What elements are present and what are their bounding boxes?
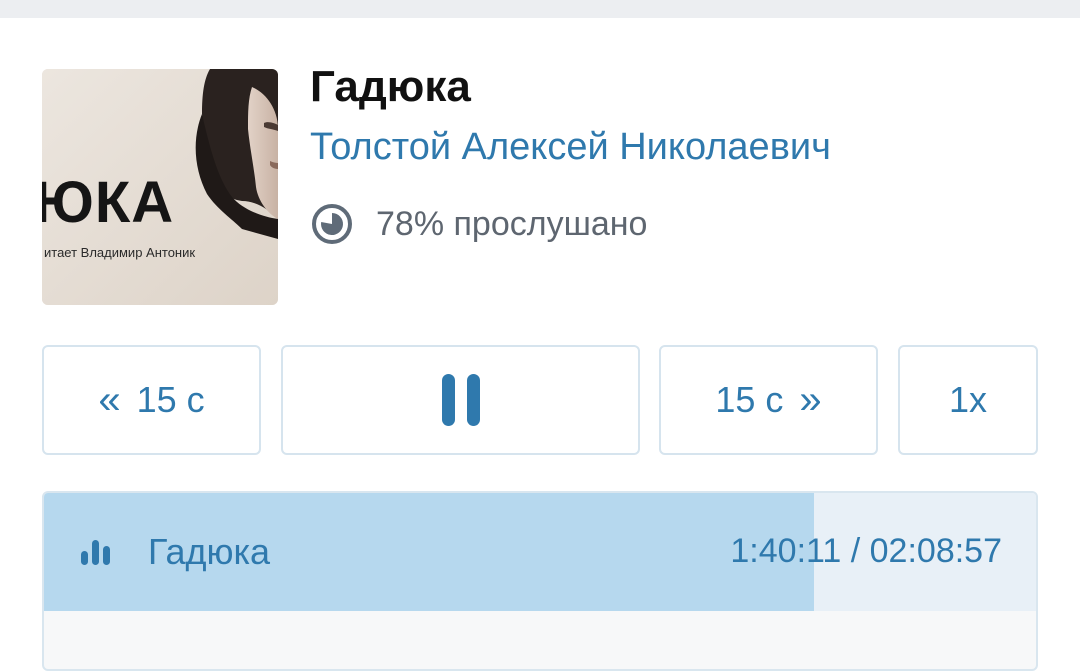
pause-icon bbox=[441, 374, 480, 426]
double-chevron-right-icon: » bbox=[799, 378, 822, 422]
forward-15-button[interactable]: 15 с » bbox=[659, 345, 878, 455]
play-pause-button[interactable] bbox=[281, 345, 640, 455]
chapter-name: Гадюка bbox=[148, 531, 271, 572]
book-author-link[interactable]: Толстой Алексей Николаевич bbox=[310, 126, 831, 169]
book-cover[interactable]: ЮКА итает Владимир Антоник bbox=[42, 69, 278, 305]
double-chevron-left-icon: « bbox=[98, 378, 121, 422]
chapter-item-current[interactable]: Гадюка 1:40:11 / 02:08:57 bbox=[44, 493, 1036, 611]
book-title: Гадюка bbox=[310, 62, 471, 111]
speed-label: 1x bbox=[948, 379, 988, 420]
progress-text: 78% прослушано bbox=[376, 204, 648, 243]
rewind-15-button[interactable]: « 15 с bbox=[42, 345, 261, 455]
playback-speed-button[interactable]: 1x bbox=[898, 345, 1038, 455]
chapter-list: Гадюка 1:40:11 / 02:08:57 bbox=[42, 491, 1038, 671]
status-bar-strip bbox=[0, 0, 1080, 18]
cover-title-text: ЮКА bbox=[42, 170, 175, 235]
forward-label: 15 с bbox=[715, 379, 784, 420]
progress-pie-icon bbox=[312, 204, 352, 244]
chapter-time: 1:40:11 / 02:08:57 bbox=[730, 532, 1002, 570]
cover-narrator-text: итает Владимир Антоник bbox=[44, 245, 196, 260]
rewind-label: 15 с bbox=[136, 379, 205, 420]
listening-progress: 78% прослушано bbox=[310, 202, 647, 246]
playing-bars-icon bbox=[81, 540, 110, 565]
